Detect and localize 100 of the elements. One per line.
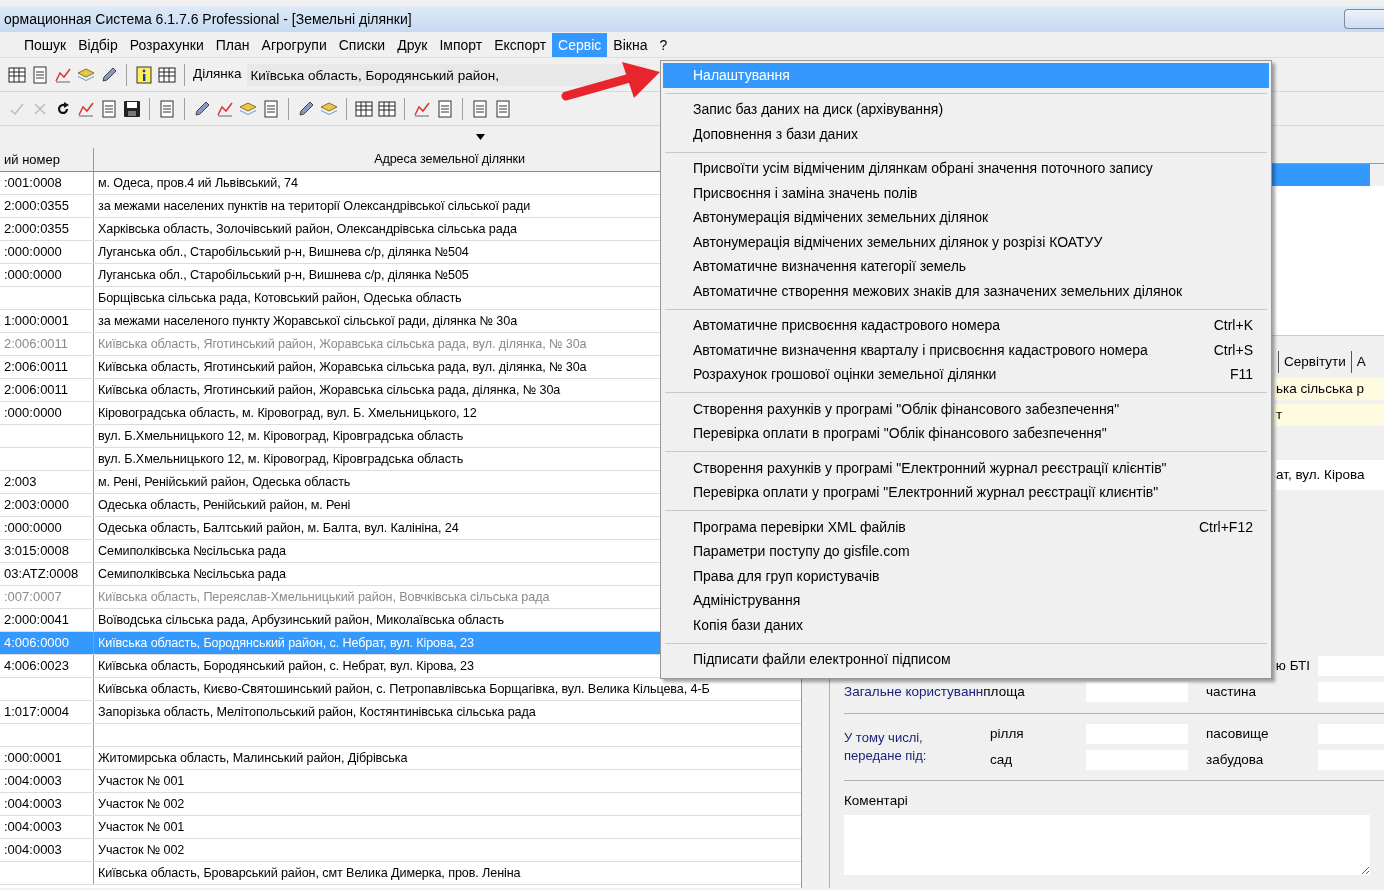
field-label: частина <box>1206 683 1257 702</box>
shortcut-label: Ctrl+K <box>1212 316 1253 336</box>
table-row[interactable]: :004:0003 Участок № 001 <box>0 770 801 793</box>
document-icon[interactable] <box>494 99 512 118</box>
shortcut-label: F11 <box>1228 365 1253 385</box>
table-cell-text: Участок № 002 <box>98 841 185 859</box>
table-cell-text: Київська область, Яготинський район, Жоравська сільська рада, ділянка, № 30а <box>98 381 561 399</box>
table-cell-text: 3:015:0008 <box>4 542 70 561</box>
table-cell-text: :001:0008 <box>4 174 62 193</box>
table-cell-text: :000:0001 <box>4 749 62 768</box>
document-icon[interactable] <box>31 65 49 84</box>
table-cell-text: :004:0003 <box>4 795 62 814</box>
table-cell-text: :004:0003 <box>4 841 62 860</box>
table-cell-text: Київська область, Бородянський район, с. Небрат, вул. Кірова, 23 <box>98 657 474 675</box>
column-header[interactable]: ий номер <box>0 148 94 171</box>
table-row[interactable]: :004:0003 Участок № 002 <box>0 839 801 862</box>
menu-item[interactable]: Списки <box>332 32 392 57</box>
table-cell-text: Участок № 001 <box>98 772 185 790</box>
tab[interactable]: А <box>1350 351 1371 373</box>
comments-field[interactable] <box>844 815 1370 876</box>
table-cell-text: 1:017:0004 <box>4 703 70 722</box>
menu-item[interactable]: Розрахунки <box>123 32 210 57</box>
document-icon[interactable] <box>262 99 280 118</box>
table-cell-text: Воїводська сільська рада, Арбузинський район, Миколаївська область <box>98 611 504 629</box>
plot-field[interactable]: Київська область, Бородянський район, <box>246 63 647 86</box>
table-cell-text: Одеська область, Ренійський район, м. Рені <box>98 496 351 514</box>
address-text: ат, вул. Кірова <box>1276 465 1365 484</box>
table-cell-text: Участок № 002 <box>98 795 185 813</box>
menu-item[interactable]: Відбір <box>72 32 124 57</box>
field-label: Загальне користуванн <box>844 684 984 700</box>
table-cell-text: Київська область, Яготинський район, Жоравська сільська рада, вул. ділянка, № 30а <box>98 335 587 353</box>
table-cell-text: 2:000:0041 <box>4 611 70 630</box>
menu-item[interactable]: Імпорт <box>433 32 489 57</box>
input-field[interactable] <box>1086 682 1188 703</box>
tab[interactable]: Сервітути <box>1278 351 1351 373</box>
table-cell-text: Київська область, Яготинський район, Жоравська сільська рада, вул. ділянка, № 30а <box>98 358 587 376</box>
field-label: площа <box>983 684 1025 700</box>
highlighted-row: т <box>1274 404 1384 426</box>
table-cell-text: Київська область, Переяслав-Хмельницький район, Вовчківська сільська рада <box>98 588 550 606</box>
field-label: забудова <box>1206 750 1265 769</box>
table-cell-text: Харківська область, Золочівський район, Олександрівська сільська рада <box>98 220 517 238</box>
table-cell-text: Київська область, Києво-Святошинський район, с. Петропавлівська Борщагівка, вул. Велика Кільцева, 4-Б <box>98 680 710 698</box>
menu-item[interactable]: План <box>209 32 256 57</box>
table-cell-text: Запорізька область, Мелітопольський район, Костянтинівська сільська рада <box>98 703 536 721</box>
table-row[interactable]: Київська область, Броварський район, смт Велика Димерка, пров. Леніна <box>0 862 801 885</box>
table-cell-text: :000:0000 <box>4 243 62 262</box>
field-label: ю БТІ <box>1275 658 1310 673</box>
field-label: Коментарі <box>844 792 909 810</box>
document-icon[interactable] <box>436 99 454 118</box>
table-cell-text: :000:0000 <box>4 519 62 538</box>
table-icon[interactable] <box>8 65 26 84</box>
shortcut-label: Ctrl+F12 <box>1197 517 1253 537</box>
table-cell-text: :000:0000 <box>4 404 62 423</box>
table-cell-text: Семиполківська №сільська рада <box>98 565 286 583</box>
table-cell-text: Луганська обл., Старобільський р-н, Вишнева с/р, ділянка №505 <box>98 266 469 284</box>
field-label: пасовище <box>1206 724 1270 743</box>
plot-label: Ділянка <box>193 65 242 84</box>
dropdown-arrow-icon[interactable] <box>476 134 485 140</box>
list-row[interactable] <box>1270 164 1370 186</box>
table-cell-text: вул. Б.Хмельницького 12, м. Кіровоград, Кіровградська область <box>98 427 464 445</box>
menu-item-label: Копія бази даних <box>693 615 804 635</box>
field-label: сад <box>990 750 1014 769</box>
table-row[interactable]: :004:0003 Участок № 001 <box>0 816 801 839</box>
table-cell-text: за межами населеного пункту Жоравської сільської ради, ділянка № 30а <box>98 312 518 330</box>
menu-item[interactable]: ? <box>653 32 674 57</box>
table-icon[interactable] <box>355 99 373 118</box>
table-cell-text: :007:0007 <box>4 588 62 607</box>
menu-item-label: Налаштування <box>693 65 790 85</box>
table-row[interactable]: :004:0003 Участок № 002 <box>0 793 801 816</box>
group-label: У тому числі, передане під: <box>844 729 928 765</box>
pencil-icon[interactable] <box>193 99 211 118</box>
table-icon[interactable] <box>378 99 396 118</box>
document-icon[interactable] <box>100 99 118 118</box>
table-cell-text: 4:006:0023 <box>4 657 70 676</box>
info-icon[interactable] <box>135 65 153 84</box>
document-icon[interactable] <box>471 99 489 118</box>
menu-item[interactable]: Запис баз даних на диск (архівування) <box>663 97 1269 122</box>
table-cell-text: Київська область, Броварський район, смт Велика Димерка, пров. Леніна <box>98 864 521 882</box>
highlighted-row: ька сільська р <box>1274 378 1384 400</box>
menu-item[interactable]: Вікна <box>607 32 654 57</box>
table-row[interactable]: 1:017:0004 Запорізька область, Мелітопольський район, Костянтинівська сільська рада <box>0 701 801 724</box>
menu-item[interactable]: Пошук <box>18 32 73 57</box>
table-cell-text: Київська область, Бородянський район, с. Небрат, вул. Кірова, 23 <box>98 634 474 652</box>
pencil-icon[interactable] <box>100 65 118 84</box>
document-icon[interactable] <box>158 99 176 118</box>
table-icon[interactable] <box>158 65 176 84</box>
table-cell-text: Кіровоградська область, м. Кіровоград, вул. Б. Хмельницького, 12 <box>98 404 477 422</box>
minimize-button[interactable] <box>1344 9 1384 29</box>
table-cell-text: Борщівська сільська рада, Котовський район, Одеська область <box>98 289 462 307</box>
menu-item[interactable]: Доповнення з бази даних <box>663 122 1269 147</box>
table-cell-text: за межами населених пунктів на території Олександрівської сільської ради <box>98 197 531 215</box>
pencil-icon[interactable] <box>297 99 315 118</box>
menu-item[interactable]: Експорт <box>488 32 553 57</box>
table-cell-text: 2:006:0011 <box>4 358 69 377</box>
table-row[interactable]: :000:0001 Житомирська область, Малинський район, Дібрівська <box>0 747 801 770</box>
table-cell-text: Семиполківська №сільська рада <box>98 542 286 560</box>
menu-item[interactable]: Друк <box>391 32 434 57</box>
table-cell-text: 2:006:0011 <box>4 335 69 354</box>
table-cell-text: м. Рені, Ренійський район, Одеська область <box>98 473 351 491</box>
menu-item[interactable]: Агрогрупи <box>255 32 333 57</box>
